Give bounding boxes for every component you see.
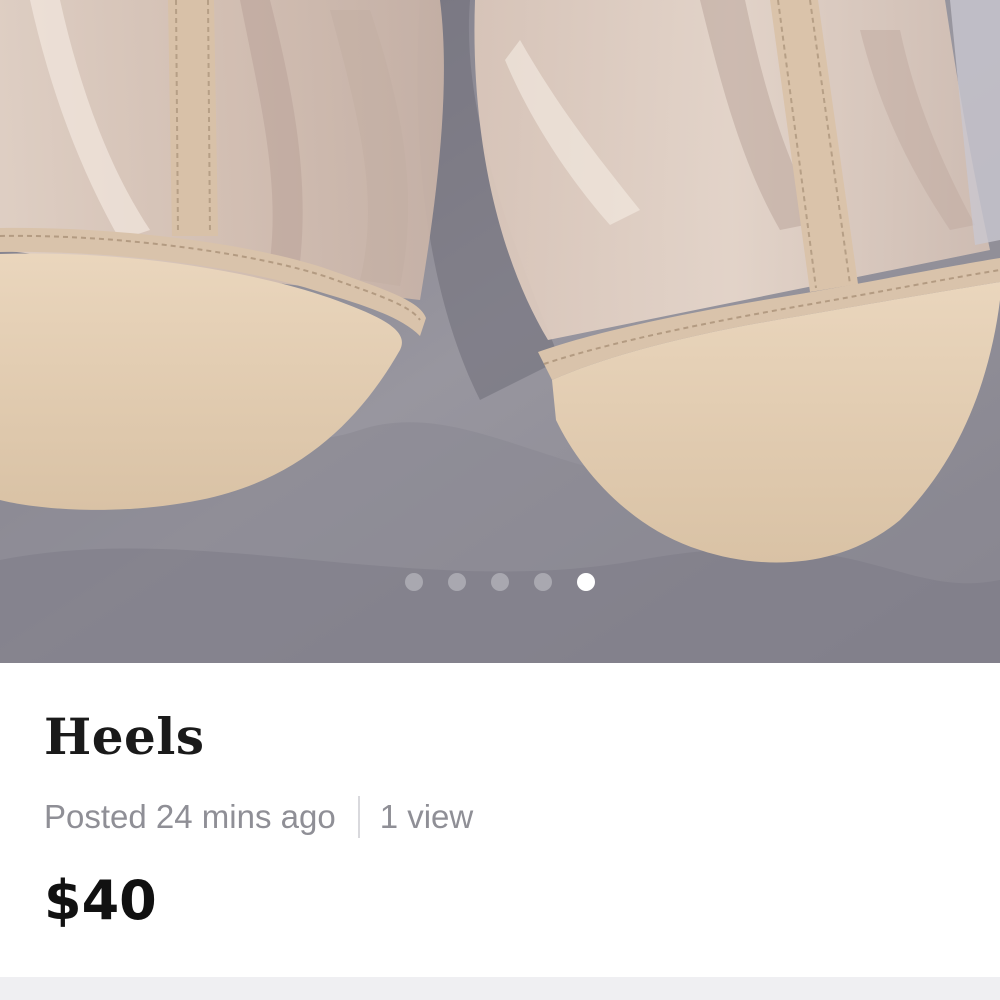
carousel-dot-1[interactable]: [405, 573, 423, 591]
listing-photo[interactable]: [0, 0, 1000, 663]
carousel-dot-5-active[interactable]: [577, 573, 595, 591]
meta-divider: [357, 796, 360, 838]
listing-price: $40: [44, 869, 157, 932]
posted-time: Posted 24 mins ago: [44, 798, 336, 835]
listing-photo-carousel[interactable]: [0, 0, 1000, 663]
carousel-dot-4[interactable]: [534, 573, 552, 591]
carousel-dot-3[interactable]: [491, 573, 509, 591]
listing-details: Heels Posted 24 mins ago 1 view $40: [0, 663, 1000, 977]
listing-meta: Posted 24 mins ago 1 view: [44, 795, 473, 839]
section-divider: [0, 977, 1000, 1000]
carousel-page-indicator: [0, 573, 1000, 591]
carousel-dot-2[interactable]: [448, 573, 466, 591]
listing-title: Heels: [44, 707, 205, 766]
view-count: 1 view: [379, 798, 474, 835]
